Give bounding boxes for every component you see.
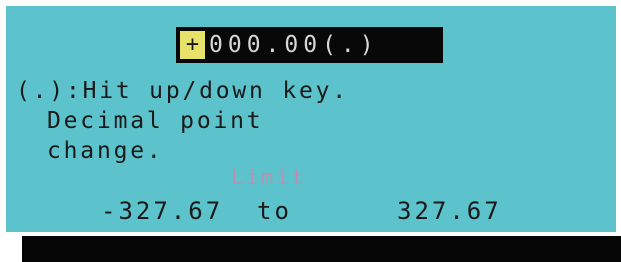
device-screen: + 000.00(.) (.):Hit up/down key. Decimal… xyxy=(0,0,621,262)
help-line-3: change. xyxy=(47,138,164,164)
value-display[interactable]: + 000.00(.) xyxy=(176,27,443,63)
bottom-status-bar xyxy=(22,236,621,262)
bottom-left-gap xyxy=(0,236,22,262)
help-line-2: Decimal point xyxy=(47,108,264,134)
sign-cursor[interactable]: + xyxy=(180,31,205,59)
help-line-1: (.):Hit up/down key. xyxy=(16,78,349,104)
limit-maximum: 327.67 xyxy=(397,197,502,225)
limit-title: Limit xyxy=(231,165,307,189)
limit-separator: to xyxy=(257,197,292,225)
numeric-value: 000.00(.) xyxy=(209,32,379,58)
limit-minimum: -327.67 xyxy=(101,197,224,225)
